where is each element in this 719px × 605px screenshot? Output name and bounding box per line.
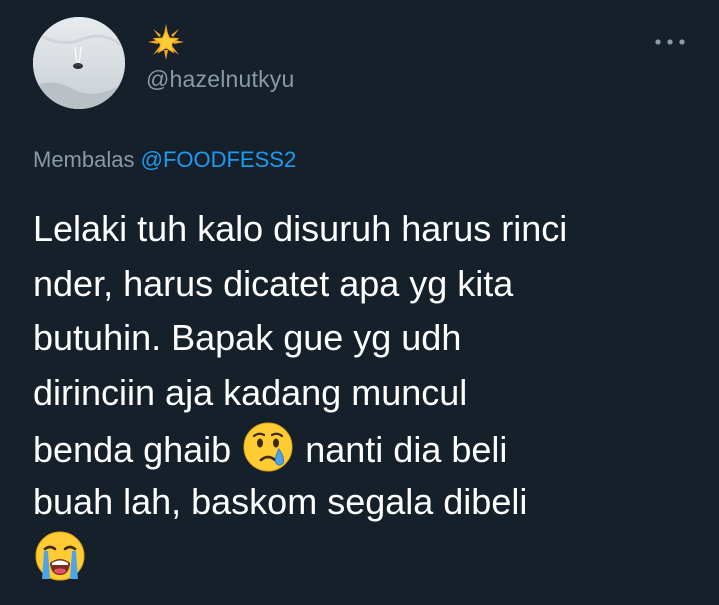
tweet-line: buah lah, baskom segala dibeli (33, 480, 528, 522)
tweet-segment: benda ghaib (33, 429, 232, 470)
reply-mention-link[interactable]: @FOODFESS2 (141, 147, 297, 172)
tweet-text: Lelaki tuh kalo disuruh harus rinci nder… (33, 202, 703, 584)
reply-prefix: Membalas (33, 147, 135, 172)
profile-photo (33, 17, 125, 109)
tweet-line: dirinciin aja kadang muncul (33, 371, 468, 413)
tweet-line: Lelaki tuh kalo disuruh harus rinci (33, 208, 568, 249)
tweet-line: butuhin. Bapak gue yg udh (33, 317, 462, 358)
reply-context: Membalas @FOODFESS2 (33, 147, 296, 173)
tweet-line: benda ghaib nanti dia beli (33, 420, 703, 475)
tweet-line (33, 529, 703, 584)
tweet-line: nder, harus dicatet apa yg kita (33, 262, 514, 304)
tweet-segment: nanti dia beli (305, 429, 508, 470)
crying-face-emoji-icon (241, 420, 295, 474)
more-options-button[interactable] (650, 28, 690, 56)
more-options-icon (655, 39, 685, 45)
loudly-crying-face-emoji-icon (33, 529, 87, 583)
glowing-star-emoji-icon (148, 24, 184, 60)
tweet-card: @hazelnutkyu Membalas @FOODFESS2 Lelaki … (0, 0, 719, 605)
avatar[interactable] (33, 17, 125, 109)
display-name[interactable] (146, 22, 186, 62)
user-handle[interactable]: @hazelnutkyu (146, 66, 295, 93)
